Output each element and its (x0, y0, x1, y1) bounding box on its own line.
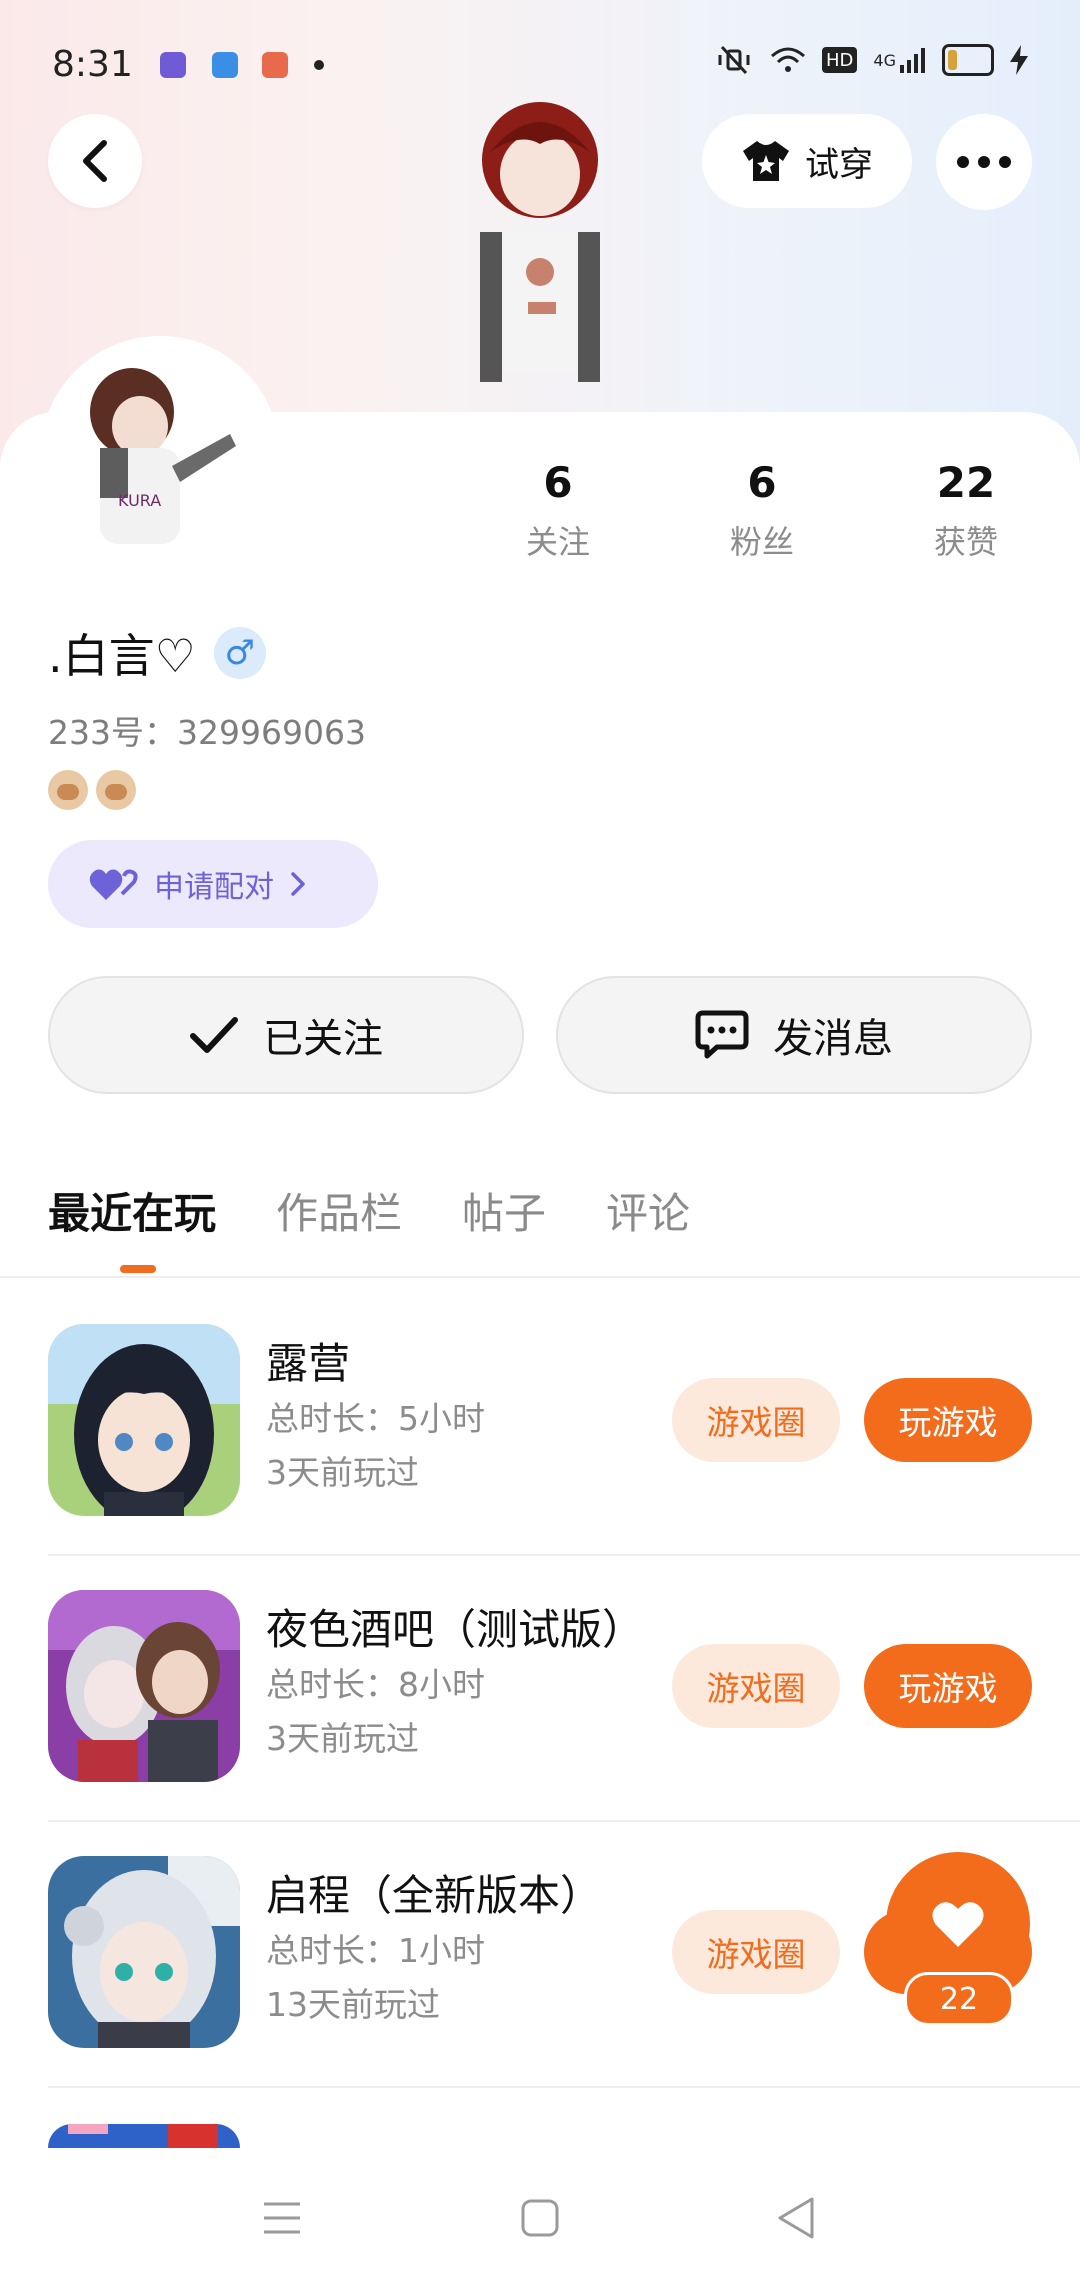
svg-text:KURA: KURA (118, 491, 161, 510)
app-notification-icon-1 (160, 52, 186, 78)
back-triangle-icon[interactable] (766, 2188, 826, 2248)
male-icon: ♂ (213, 627, 266, 679)
game-circle-button[interactable]: 游戏圈 (672, 1644, 840, 1728)
game-last-played: 13天前玩过 (266, 1985, 440, 2024)
user-avatar[interactable]: KURA (40, 336, 280, 576)
charging-bolt-icon (1010, 45, 1028, 75)
more-dots-icon (957, 156, 1011, 168)
app-notification-icon-2 (212, 52, 238, 78)
status-right-cluster: HD 4G (714, 44, 1028, 76)
username: .白言♡ (48, 629, 196, 683)
stat-likes[interactable]: 22 获赞 (886, 458, 1046, 563)
game-duration: 总时长：8小时 (266, 1665, 485, 1704)
see-no-evil-monkey-icon (96, 770, 136, 810)
wifi-icon (770, 45, 806, 75)
game-icon-journey[interactable] (48, 1856, 240, 2048)
stat-likes-value: 22 (936, 458, 996, 507)
send-message-label: 发消息 (773, 1016, 893, 1062)
stat-fans[interactable]: 6 粉丝 (682, 458, 842, 563)
see-no-evil-monkey-icon (48, 770, 88, 810)
send-message-button[interactable]: 发消息 (556, 976, 1032, 1094)
row-divider (48, 1820, 1080, 1822)
tab-comments[interactable]: 评论 (606, 1180, 690, 1241)
app-notification-icon-3 (262, 52, 288, 78)
stat-following-label: 关注 (525, 523, 590, 561)
vibrate-mute-icon (714, 45, 754, 75)
system-navigation-bar (0, 2150, 1080, 2280)
check-icon (190, 1017, 238, 1053)
tab-works[interactable]: 作品栏 (276, 1180, 402, 1241)
signature-emoji-row (48, 770, 136, 810)
list-item[interactable]: 夜色酒吧（测试版） 总时长：8小时 3天前玩过 游戏圈 玩游戏 (48, 1558, 1080, 1822)
double-heart-icon (89, 869, 138, 900)
followed-label: 已关注 (263, 1016, 383, 1062)
stat-following[interactable]: 6 关注 (478, 458, 638, 563)
notification-dot-icon (314, 60, 324, 70)
stat-fans-label: 粉丝 (729, 523, 794, 561)
network-type-label: 4G (873, 50, 896, 70)
game-name: 露营 (266, 1339, 351, 1388)
active-tab-indicator (120, 1265, 156, 1273)
list-item[interactable]: 露营 总时长：5小时 3天前玩过 游戏圈 玩游戏 (48, 1292, 1080, 1556)
hd-icon: HD (822, 47, 858, 73)
game-circle-button[interactable]: 游戏圈 (672, 1910, 840, 1994)
game-icon-camping[interactable] (48, 1324, 240, 1516)
play-game-button[interactable]: 玩游戏 (864, 1378, 1032, 1462)
tab-divider (0, 1276, 1080, 1278)
cellular-signal-icon: 4G (873, 45, 926, 75)
home-square-icon[interactable] (510, 2188, 570, 2248)
apply-pairing-button[interactable]: 申请配对 (48, 840, 378, 928)
game-name: 夜色酒吧（测试版） (266, 1605, 645, 1654)
user-id: 233号：329969063 (48, 713, 366, 752)
apply-pairing-label: 申请配对 (154, 870, 274, 905)
more-options-button[interactable] (936, 114, 1032, 210)
menu-icon[interactable] (252, 2188, 312, 2248)
followed-button[interactable]: 已关注 (48, 976, 524, 1094)
status-time: 8:31 (52, 44, 133, 85)
stat-likes-label: 获赞 (933, 523, 998, 561)
tab-posts[interactable]: 帖子 (462, 1180, 546, 1241)
game-icon-partial[interactable] (48, 2124, 240, 2148)
chevron-right-icon (291, 872, 305, 896)
game-icon-night-bar[interactable] (48, 1590, 240, 1782)
heart-icon (932, 1902, 984, 1947)
tab-recent-played[interactable]: 最近在玩 (48, 1180, 216, 1241)
play-game-button[interactable]: 玩游戏 (864, 1644, 1032, 1728)
battery-fill (948, 50, 957, 70)
chat-icon (695, 1010, 749, 1059)
back-arrow-icon (83, 140, 107, 182)
game-last-played: 3天前玩过 (266, 1453, 419, 1492)
like-count-badge: 22 (904, 1972, 1014, 2026)
stat-fans-value: 6 (747, 458, 777, 507)
game-circle-button[interactable]: 游戏圈 (672, 1378, 840, 1462)
game-duration: 总时长：1小时 (266, 1931, 485, 1970)
game-duration: 总时长：5小时 (266, 1399, 485, 1438)
profile-tabs: 最近在玩 作品栏 帖子 评论 (48, 1180, 690, 1241)
username-row: .白言♡ ♂ (48, 620, 266, 686)
stat-following-value: 6 (543, 458, 573, 507)
row-divider (48, 1554, 1080, 1556)
row-divider (48, 2086, 1080, 2088)
battery-icon (942, 44, 994, 76)
game-last-played: 3天前玩过 (266, 1719, 419, 1758)
try-on-button[interactable]: 试穿 (702, 114, 912, 208)
character-avatar-figure[interactable] (440, 92, 640, 412)
game-name: 启程（全新版本） (266, 1871, 603, 1920)
try-on-label: 试穿 (805, 144, 873, 185)
back-button[interactable] (48, 114, 142, 208)
tshirt-icon (743, 141, 789, 181)
